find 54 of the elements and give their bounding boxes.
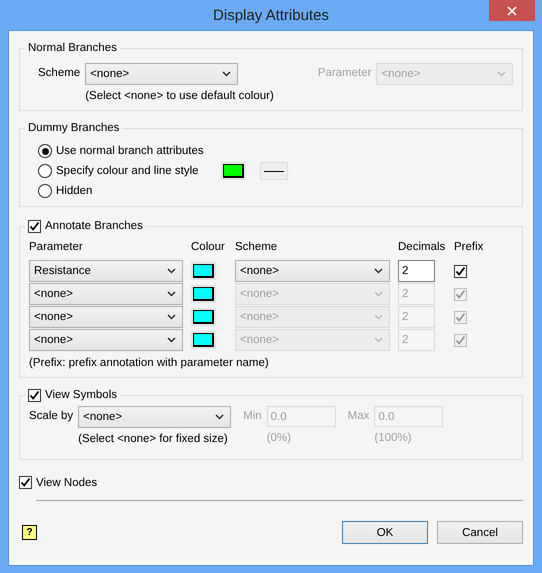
checkbox-label: View Symbols [45,388,118,403]
close-icon [507,6,517,16]
chevron-icon [215,414,224,420]
dropdown[interactable]: <none> [85,63,238,85]
hint-text: (Select <none> to use default colour) [85,89,274,103]
line-style-button[interactable] [260,162,288,180]
radio-button[interactable] [38,184,52,198]
field-label: Scheme [38,66,80,81]
group-title: Dummy Branches [25,121,122,136]
checkbox[interactable] [28,220,41,233]
radio-button[interactable] [38,144,52,158]
column-header: Decimals [398,241,446,253]
checkbox[interactable] [19,476,32,489]
checkbox-label: View Nodes [36,476,98,488]
chevron-icon [497,71,506,77]
hint-text: (Select <none> for fixed size) [78,432,229,446]
dropdown[interactable]: Resistance [29,260,183,282]
colour-swatch [222,164,244,178]
colour-button[interactable] [220,162,246,180]
radio-label: Hidden [56,185,92,197]
chevron-icon [374,337,383,343]
dialog-button[interactable]: OK [342,521,428,544]
field-label: Parameter [318,66,372,81]
chevron-icon [167,314,176,320]
column-header: Prefix [454,241,484,253]
checkbox[interactable] [28,389,41,402]
chevron-icon [374,268,383,274]
dropdown[interactable]: <none> [78,406,232,428]
field-label: Min [243,409,262,424]
hint-text: (100%) [374,431,412,445]
window-title: Display Attributes [213,6,329,24]
chevron-icon [222,71,232,77]
hint-text: (0%) [266,431,292,445]
chevron-icon [374,291,383,297]
column-header: Scheme [235,241,278,253]
checkbox[interactable] [454,264,467,278]
close-button[interactable] [489,0,535,21]
chevron-icon [167,291,176,297]
column-header: Colour [191,241,226,253]
note-text: (Prefix: prefix annotation with parameter name) [29,356,270,370]
radio-label: Use normal branch attributes [56,145,204,157]
chevron-icon [374,314,383,320]
dropdown[interactable]: <none> [235,260,390,282]
column-header: Parameter [29,241,84,253]
dialog-button[interactable]: Cancel [437,521,523,544]
chevron-icon [167,268,176,274]
help-button[interactable]: ? [22,525,37,540]
radio-button[interactable] [38,164,52,178]
chevron-icon [167,337,176,343]
checkbox-label: Annotate Branches [45,219,143,234]
radio-label: Specify colour and line style [56,165,199,177]
decimals-field[interactable]: 2 [398,260,435,282]
field-label: Scale by [29,409,74,424]
field-label: Max [348,409,370,424]
